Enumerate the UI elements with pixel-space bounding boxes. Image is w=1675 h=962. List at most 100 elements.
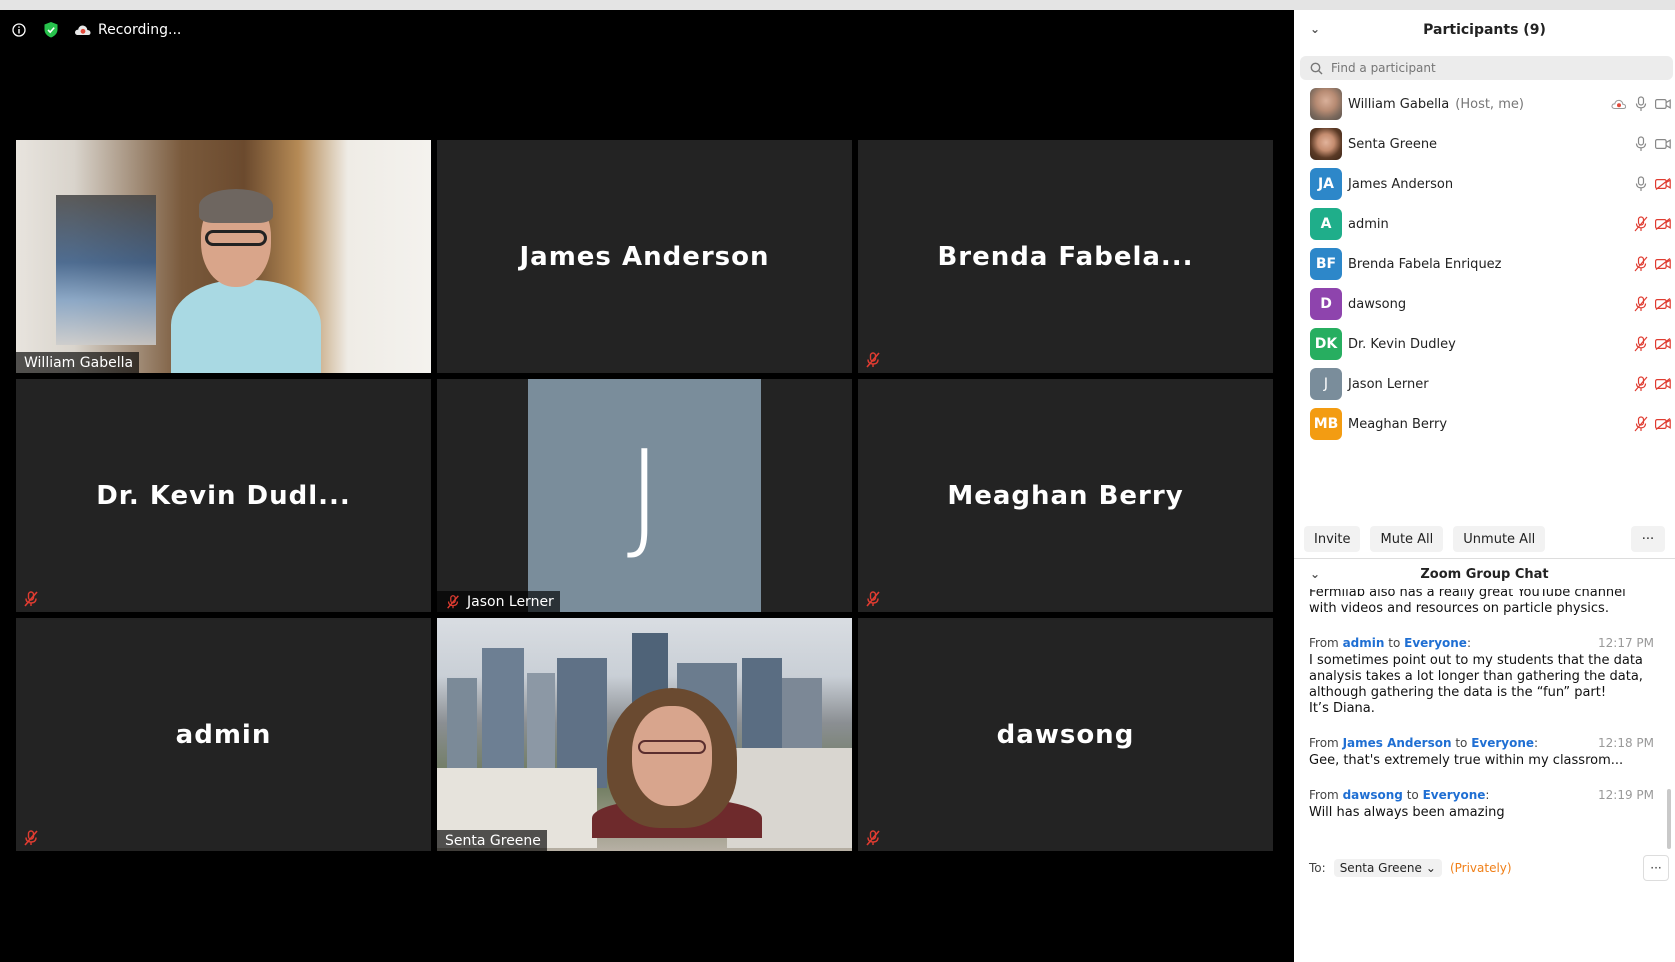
avatar: DK — [1310, 328, 1342, 360]
to-label: To: — [1309, 861, 1326, 875]
chat-message: From admin to Everyone: 12:17 PM I somet… — [1309, 635, 1654, 717]
privacy-label: (Privately) — [1449, 861, 1512, 875]
message-sender[interactable]: James Anderson — [1343, 736, 1452, 750]
message-text: I sometimes point out to my students tha… — [1309, 653, 1643, 716]
participant-name: William Gabella — [1348, 96, 1450, 112]
message-meta: From admin to Everyone: 12:17 PM — [1309, 636, 1654, 650]
avatar — [1310, 88, 1342, 120]
message-recipient: Everyone — [1422, 788, 1486, 802]
video-tile-jason-lerner[interactable]: J Jason Lerner — [437, 379, 852, 612]
chevron-down-icon: ⌄ — [1425, 861, 1436, 875]
participant-name: Brenda Fabela Enriquez — [1348, 256, 1502, 272]
message-recipient: Everyone — [1471, 736, 1535, 750]
message-recipient: Everyone — [1404, 636, 1467, 650]
mic-icon[interactable] — [1633, 176, 1649, 192]
video-camera-icon[interactable] — [1655, 136, 1671, 152]
chat-messages[interactable]: Fermilab also has a really great YouTube… — [1309, 589, 1654, 844]
chat-title: Zoom Group Chat — [1420, 566, 1549, 582]
participant-row[interactable]: DK Dr. Kevin Dudley — [1294, 324, 1675, 364]
video-tile-senta-greene[interactable]: Senta Greene — [437, 618, 852, 851]
video-tile-kevin-dudley[interactable]: Dr. Kevin Dudl... — [16, 379, 431, 612]
participant-search[interactable] — [1300, 56, 1673, 80]
video-off-icon[interactable] — [1655, 296, 1671, 312]
mic-muted-icon[interactable] — [1633, 336, 1649, 352]
participant-name: Meaghan Berry — [1348, 416, 1448, 432]
participant-row[interactable]: BF Brenda Fabela Enriquez — [1294, 244, 1675, 284]
security-shield-icon[interactable] — [42, 21, 60, 39]
chat-scrollbar[interactable] — [1667, 789, 1671, 849]
video-off-icon[interactable] — [1655, 336, 1671, 352]
video-grid: William Gabella James Anderson Brenda Fa… — [16, 140, 1274, 856]
participant-name: Senta Greene — [1348, 136, 1438, 152]
cloud-recording-icon — [1611, 96, 1627, 112]
video-off-icon[interactable] — [1655, 416, 1671, 432]
mic-icon[interactable] — [1633, 136, 1649, 152]
message-sender[interactable]: dawsong — [1343, 788, 1403, 802]
message-time: 12:18 PM — [1598, 736, 1654, 750]
participant-name: Jason Lerner — [1348, 376, 1429, 392]
participant-name: James Anderson — [1348, 176, 1454, 192]
avatar: JA — [1310, 168, 1342, 200]
muted-mic-icon — [22, 590, 40, 608]
participant-row[interactable]: William Gabella (Host, me) — [1294, 84, 1675, 124]
video-off-icon[interactable] — [1655, 176, 1671, 192]
info-icon[interactable] — [10, 21, 28, 39]
video-tile-william-gabella[interactable]: William Gabella — [16, 140, 431, 373]
message-text: Gee, that's extremely true within my cla… — [1309, 753, 1624, 768]
chat-panel: ⌄ Zoom Group Chat Fermilab also has a re… — [1294, 558, 1675, 962]
video-off-icon[interactable] — [1655, 216, 1671, 232]
chat-more-button[interactable]: ··· — [1643, 855, 1669, 881]
participant-row[interactable]: Senta Greene — [1294, 124, 1675, 164]
video-tile-brenda-fabela[interactable]: Brenda Fabela... — [858, 140, 1273, 373]
avatar: BF — [1310, 248, 1342, 280]
muted-mic-icon — [447, 594, 459, 609]
video-tile-james-anderson[interactable]: James Anderson — [437, 140, 852, 373]
mic-muted-icon[interactable] — [1633, 376, 1649, 392]
mic-muted-icon[interactable] — [1633, 296, 1649, 312]
tile-name-tag: Senta Greene — [437, 830, 547, 851]
video-tile-meaghan-berry[interactable]: Meaghan Berry — [858, 379, 1273, 612]
message-meta: From James Anderson to Everyone: 12:18 P… — [1309, 736, 1654, 750]
participant-row[interactable]: A admin — [1294, 204, 1675, 244]
muted-mic-icon — [864, 829, 882, 847]
message-time: 12:19 PM — [1598, 788, 1654, 802]
collapse-chevron-icon[interactable]: ⌄ — [1310, 22, 1320, 36]
invite-button[interactable]: Invite — [1304, 526, 1361, 552]
more-options-button[interactable]: ··· — [1631, 526, 1665, 552]
tile-display-name: Meaghan Berry — [947, 480, 1184, 511]
recipient-select[interactable]: Senta Greene ⌄ — [1333, 859, 1442, 877]
participant-list: William Gabella (Host, me) Senta Greene … — [1294, 84, 1675, 444]
mic-muted-icon[interactable] — [1633, 416, 1649, 432]
participant-row[interactable]: MB Meaghan Berry — [1294, 404, 1675, 444]
participant-search-input[interactable] — [1331, 61, 1631, 75]
message-meta: From dawsong to Everyone: 12:19 PM — [1309, 788, 1654, 802]
video-tile-dawsong[interactable]: dawsong — [858, 618, 1273, 851]
meeting-status-bar: Recording... — [10, 20, 181, 40]
video-off-icon[interactable] — [1655, 256, 1671, 272]
message-sender[interactable]: admin — [1343, 636, 1385, 650]
mic-muted-icon[interactable] — [1633, 256, 1649, 272]
participant-row[interactable]: D dawsong — [1294, 284, 1675, 324]
tile-name-tag: Jason Lerner — [437, 591, 560, 612]
unmute-all-button[interactable]: Unmute All — [1453, 526, 1546, 552]
mute-all-button[interactable]: Mute All — [1370, 526, 1444, 552]
participant-row[interactable]: J Jason Lerner — [1294, 364, 1675, 404]
video-tile-admin[interactable]: admin — [16, 618, 431, 851]
mic-icon[interactable] — [1633, 96, 1649, 112]
recording-label: Recording... — [98, 22, 182, 38]
tile-display-name: James Anderson — [519, 241, 770, 272]
video-camera-icon[interactable] — [1655, 96, 1671, 112]
participant-row[interactable]: JA James Anderson — [1294, 164, 1675, 204]
muted-mic-icon — [22, 829, 40, 847]
participant-name: dawsong — [1348, 296, 1407, 312]
mic-muted-icon[interactable] — [1633, 216, 1649, 232]
side-panel: ⌄ Participants (9) William Gabella (Host… — [1294, 10, 1675, 962]
video-off-icon[interactable] — [1655, 376, 1671, 392]
avatar: MB — [1310, 408, 1342, 440]
avatar: D — [1310, 288, 1342, 320]
collapse-chevron-icon[interactable]: ⌄ — [1310, 567, 1320, 581]
participant-initial-avatar: J — [528, 379, 761, 612]
chat-recipient-row: To: Senta Greene ⌄ (Privately) — [1309, 859, 1512, 877]
avatar — [1310, 128, 1342, 160]
recording-indicator[interactable]: Recording... — [74, 22, 181, 38]
